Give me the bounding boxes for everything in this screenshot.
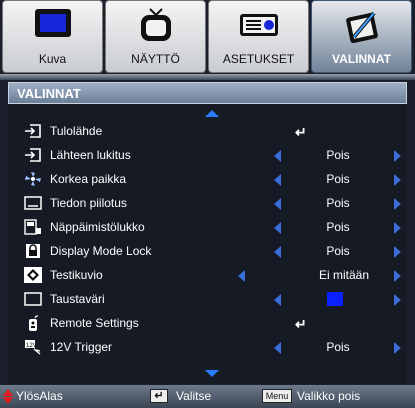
decrease-arrow-icon[interactable] bbox=[238, 270, 245, 282]
scroll-down-icon[interactable] bbox=[205, 370, 219, 377]
menu-row-taustavari[interactable]: Taustaväri bbox=[8, 288, 407, 310]
row-label: Näppäimistölukko bbox=[50, 220, 145, 234]
tab-label: Kuva bbox=[38, 52, 67, 66]
increase-arrow-icon[interactable] bbox=[394, 198, 401, 210]
footer-move-hint: YlösAlas bbox=[16, 389, 63, 403]
row-label: Display Mode Lock bbox=[50, 244, 152, 258]
row-value: Pois bbox=[326, 340, 350, 354]
row-value: Pois bbox=[326, 196, 350, 210]
row-value: Ei mitään bbox=[318, 268, 370, 282]
row-value: Pois bbox=[326, 172, 350, 186]
menu-row-remote-settings[interactable]: Remote Settings ↵ bbox=[8, 312, 407, 334]
menu-row-12v-trigger[interactable]: 12V 12V Trigger Pois bbox=[8, 336, 407, 358]
increase-arrow-icon[interactable] bbox=[394, 342, 401, 354]
decrease-arrow-icon[interactable] bbox=[274, 342, 281, 354]
section-title: VALINNAT bbox=[17, 86, 81, 101]
row-label: Tulolähde bbox=[50, 124, 103, 138]
menu-row-tiedon-piilotus[interactable]: Tiedon piilotus Pois bbox=[8, 192, 407, 214]
footer-exit-hint: Valikko pois bbox=[297, 389, 361, 403]
tab-asetukset[interactable]: ASETUKSET bbox=[208, 0, 309, 73]
menu-row-tulolahde[interactable]: Tulolähde ↵ bbox=[8, 120, 407, 142]
row-value: Pois bbox=[326, 148, 350, 162]
background-color-icon bbox=[24, 292, 42, 306]
notepad-icon bbox=[345, 11, 378, 44]
increase-arrow-icon[interactable] bbox=[394, 174, 401, 186]
menu-tabs: Kuva NÄYTTÖ ASETUKSET VALINNAT bbox=[2, 0, 413, 75]
increase-arrow-icon[interactable] bbox=[394, 270, 401, 282]
enter-icon[interactable]: ↵ bbox=[295, 316, 307, 333]
decrease-arrow-icon[interactable] bbox=[274, 246, 281, 258]
row-value: Pois bbox=[326, 220, 350, 234]
menu-row-testikuvio[interactable]: Testikuvio Ei mitään bbox=[8, 264, 407, 286]
footer-bar: YlösAlas ↵ Valitse Menu Valikko pois bbox=[0, 385, 415, 408]
menu-row-display-mode-lock[interactable]: Display Mode Lock Pois bbox=[8, 240, 407, 262]
section-header: VALINNAT bbox=[8, 82, 407, 104]
input-icon bbox=[25, 148, 41, 162]
scroll-up-icon[interactable] bbox=[205, 110, 219, 117]
row-label: Taustaväri bbox=[50, 292, 105, 306]
svg-text:12V: 12V bbox=[26, 343, 37, 349]
row-value: Pois bbox=[326, 244, 350, 258]
increase-arrow-icon[interactable] bbox=[394, 150, 401, 162]
projector-icon bbox=[239, 14, 278, 36]
decrease-arrow-icon[interactable] bbox=[274, 294, 281, 306]
info-hide-icon bbox=[24, 196, 42, 210]
enter-icon[interactable]: ↵ bbox=[295, 124, 307, 141]
up-down-arrows-icon bbox=[3, 389, 13, 405]
test-pattern-icon bbox=[24, 267, 42, 283]
row-label: Tiedon piilotus bbox=[50, 196, 127, 210]
fan-icon bbox=[25, 172, 41, 186]
row-label: Lähteen lukitus bbox=[50, 148, 131, 162]
decrease-arrow-icon[interactable] bbox=[274, 198, 281, 210]
tab-label: VALINNAT bbox=[332, 52, 391, 66]
keypad-lock-icon bbox=[24, 219, 41, 235]
input-icon bbox=[25, 124, 41, 138]
menu-row-nappaimistolukko[interactable]: Näppäimistölukko Pois bbox=[8, 216, 407, 238]
tab-separator bbox=[0, 74, 415, 80]
tv-icon bbox=[140, 8, 171, 41]
tab-naytto[interactable]: NÄYTTÖ bbox=[105, 0, 206, 73]
color-swatch bbox=[327, 292, 343, 306]
display-lock-icon bbox=[26, 244, 40, 258]
row-label: Korkea paikka bbox=[50, 172, 127, 186]
trigger-icon: 12V bbox=[25, 340, 41, 355]
enter-key-icon: ↵ bbox=[150, 389, 168, 403]
tab-label: ASETUKSET bbox=[222, 52, 295, 66]
increase-arrow-icon[interactable] bbox=[394, 222, 401, 234]
decrease-arrow-icon[interactable] bbox=[274, 174, 281, 186]
decrease-arrow-icon[interactable] bbox=[274, 222, 281, 234]
tab-label: NÄYTTÖ bbox=[131, 52, 180, 66]
menu-key-icon: Menu bbox=[262, 389, 292, 403]
tab-kuva[interactable]: Kuva bbox=[2, 0, 103, 73]
remote-icon bbox=[29, 315, 39, 331]
monitor-icon bbox=[34, 9, 71, 37]
projector-osd: Kuva NÄYTTÖ ASETUKSET VALINNAT VALINNAT … bbox=[0, 0, 415, 408]
footer-select-hint: Valitse bbox=[176, 389, 212, 403]
increase-arrow-icon[interactable] bbox=[394, 246, 401, 258]
tab-valinnat[interactable]: VALINNAT bbox=[311, 0, 412, 73]
row-label: Remote Settings bbox=[50, 316, 139, 330]
increase-arrow-icon[interactable] bbox=[394, 294, 401, 306]
row-label: Testikuvio bbox=[50, 268, 103, 282]
row-label: 12V Trigger bbox=[50, 340, 113, 354]
menu-row-korkea-paikka[interactable]: Korkea paikka Pois bbox=[8, 168, 407, 190]
menu-row-lahteen-lukitus[interactable]: Lähteen lukitus Pois bbox=[8, 144, 407, 166]
decrease-arrow-icon[interactable] bbox=[274, 150, 281, 162]
